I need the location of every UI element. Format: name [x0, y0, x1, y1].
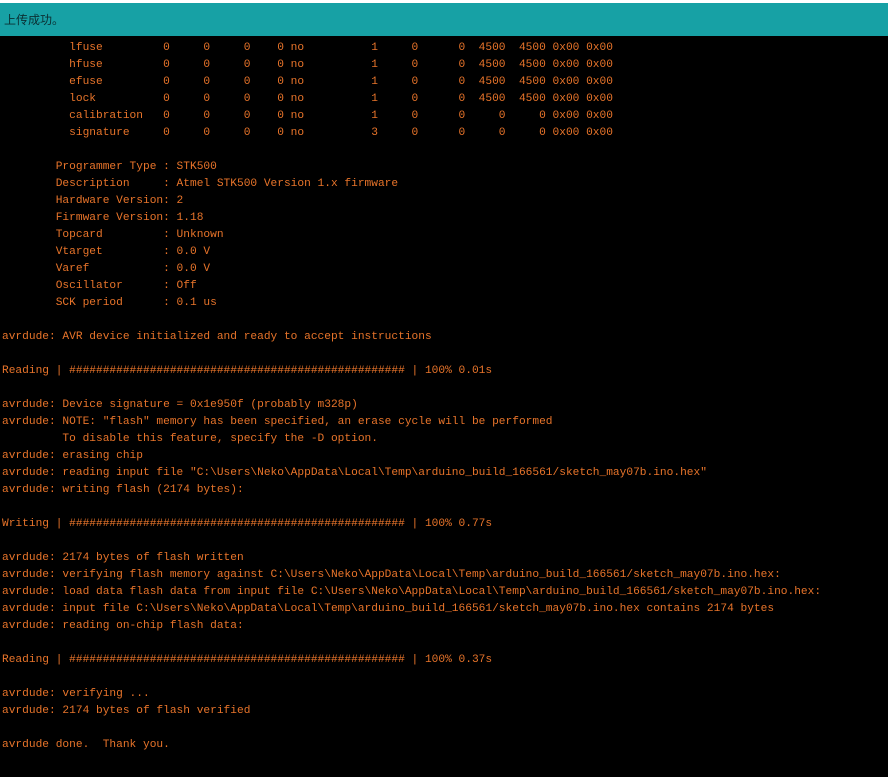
- console-line: avrdude: AVR device initialized and read…: [2, 331, 432, 343]
- upload-status-bar: 上传成功。: [0, 0, 888, 36]
- console-line: Reading | ##############################…: [2, 365, 493, 377]
- console-line: avrdude: 2174 bytes of flash written: [2, 552, 244, 564]
- console-line: avrdude: writing flash (2174 bytes):: [2, 484, 244, 496]
- console-line: Writing | ##############################…: [2, 518, 493, 530]
- console-line: Reading | ##############################…: [2, 654, 493, 666]
- console-line: avrdude: 2174 bytes of flash verified: [2, 705, 251, 717]
- console-line: avrdude: Device signature = 0x1e950f (pr…: [2, 399, 358, 411]
- console-line: Firmware Version: 1.18: [2, 212, 204, 224]
- console-line: efuse 0 0 0 0 no 1 0 0 4500 4500 0x00 0x…: [2, 76, 613, 88]
- console-line: avrdude done. Thank you.: [2, 739, 170, 751]
- console-line: avrdude: load data flash data from input…: [2, 586, 822, 598]
- console-line: hfuse 0 0 0 0 no 1 0 0 4500 4500 0x00 0x…: [2, 59, 613, 71]
- console-line: lock 0 0 0 0 no 1 0 0 4500 4500 0x00 0x0…: [2, 93, 613, 105]
- console-line: calibration 0 0 0 0 no 1 0 0 0 0 0x00 0x…: [2, 110, 613, 122]
- console-line: avrdude: verifying flash memory against …: [2, 569, 781, 581]
- console-line: avrdude: reading input file "C:\Users\Ne…: [2, 467, 707, 479]
- console-line: avrdude: verifying ...: [2, 688, 150, 700]
- console-line: SCK period : 0.1 us: [2, 297, 217, 309]
- console-line: To disable this feature, specify the -D …: [2, 433, 378, 445]
- console-line: lfuse 0 0 0 0 no 1 0 0 4500 4500 0x00 0x…: [2, 42, 613, 54]
- upload-status-message: 上传成功。: [4, 13, 65, 27]
- console-line: Oscillator : Off: [2, 280, 197, 292]
- console-line: avrdude: reading on-chip flash data:: [2, 620, 244, 632]
- console-line: avrdude: NOTE: "flash" memory has been s…: [2, 416, 553, 428]
- console-output[interactable]: lfuse 0 0 0 0 no 1 0 0 4500 4500 0x00 0x…: [0, 32, 888, 777]
- console-line: signature 0 0 0 0 no 3 0 0 0 0 0x00 0x00: [2, 127, 613, 139]
- console-line: Varef : 0.0 V: [2, 263, 211, 275]
- console-line: Programmer Type : STK500: [2, 161, 217, 173]
- console-line: Hardware Version: 2: [2, 195, 184, 207]
- arduino-ide-output-panel: 上传成功。 lfuse 0 0 0 0 no 1 0 0 4500 4500 0…: [0, 0, 888, 777]
- console-line: avrdude: erasing chip: [2, 450, 143, 462]
- console-line: avrdude: input file C:\Users\Neko\AppDat…: [2, 603, 775, 615]
- console-line: Topcard : Unknown: [2, 229, 224, 241]
- console-line: Description : Atmel STK500 Version 1.x f…: [2, 178, 399, 190]
- console-line: Vtarget : 0.0 V: [2, 246, 211, 258]
